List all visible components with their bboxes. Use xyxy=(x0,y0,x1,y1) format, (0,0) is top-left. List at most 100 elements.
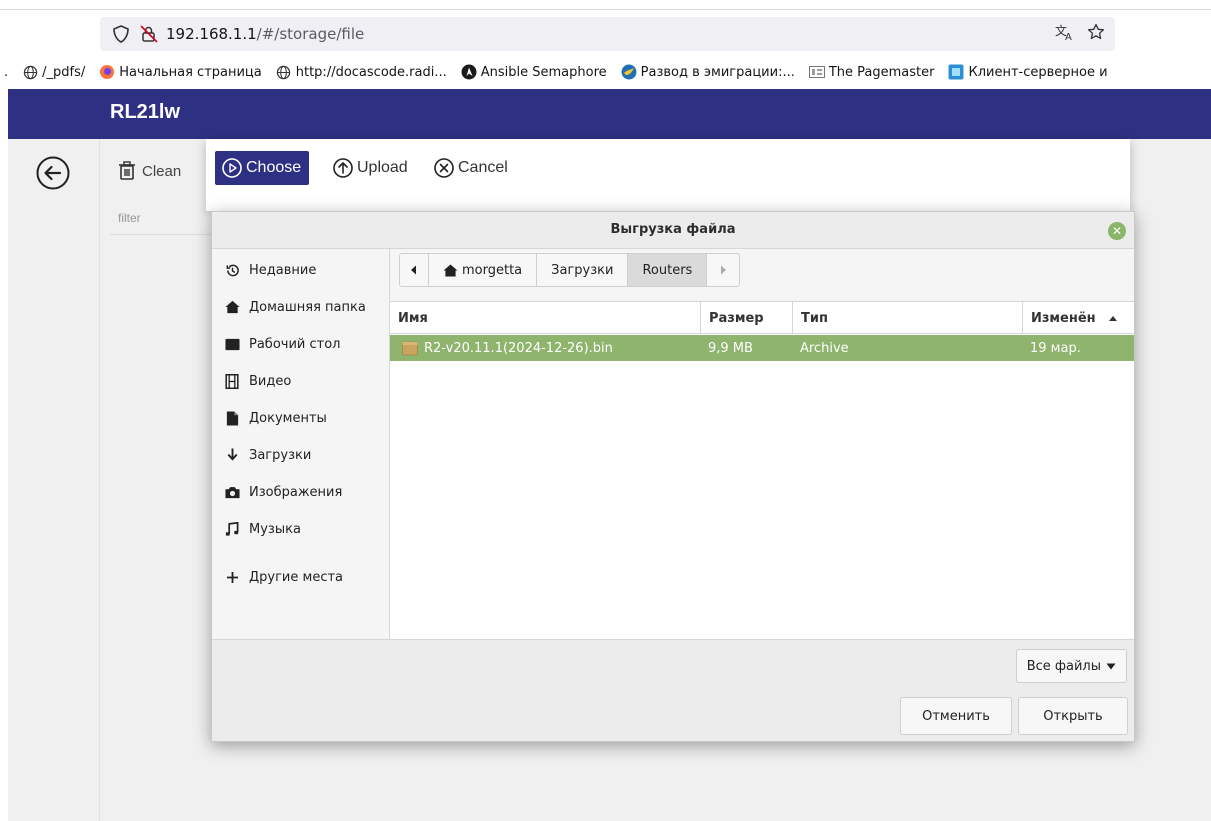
bookmark-label: Клиент-серверное и xyxy=(968,64,1108,80)
file-chooser-dialog: Выгрузка файла ✕ Недавние Домашняя папка… xyxy=(211,211,1135,742)
browser-top-border xyxy=(0,9,1211,10)
bookmark-overflow[interactable]: . xyxy=(4,65,8,80)
app-bar: RL21lw xyxy=(8,89,1211,139)
trash-icon xyxy=(119,161,135,180)
cancel-label: Cancel xyxy=(458,159,508,176)
place-home[interactable]: Домашняя папка xyxy=(224,299,366,315)
file-upload-panel: Choose Upload Cancel xyxy=(206,139,1130,211)
file-row-selected[interactable]: R2-v20.11.1(2024-12-26).bin 9,9 MB Archi… xyxy=(390,335,1134,361)
place-label: Рабочий стол xyxy=(249,336,341,352)
dialog-open-button[interactable]: Открыть xyxy=(1018,697,1128,735)
dialog-cancel-button[interactable]: Отменить xyxy=(900,697,1012,735)
filter-input[interactable]: filter xyxy=(118,211,141,225)
place-label: Домашняя папка xyxy=(249,299,366,315)
upload-button[interactable]: Upload xyxy=(332,151,408,185)
path-back-button[interactable] xyxy=(399,253,429,287)
place-label: Изображения xyxy=(249,484,343,500)
file-type-filter-select[interactable]: Все файлы xyxy=(1015,649,1127,683)
choose-label: Choose xyxy=(246,159,302,176)
bookmark-client-server[interactable]: Клиент-серверное и xyxy=(948,64,1108,80)
close-icon: ✕ xyxy=(1111,224,1123,238)
crumb-label: morgetta xyxy=(462,262,523,278)
column-modified[interactable]: Изменён xyxy=(1022,302,1134,334)
place-desktop[interactable]: Рабочий стол xyxy=(224,336,340,352)
chevron-down-icon xyxy=(1106,663,1116,669)
place-label: Недавние xyxy=(249,262,317,278)
path-crumb-home[interactable]: morgetta xyxy=(428,253,538,287)
column-label: Имя xyxy=(398,310,428,326)
path-bar: morgetta Загрузки Routers xyxy=(399,253,741,287)
close-circle-icon xyxy=(434,158,454,178)
column-name[interactable]: Имя xyxy=(390,302,700,334)
svg-text:A: A xyxy=(1065,32,1072,41)
bookmark-docascode[interactable]: http://docascode.radi... xyxy=(276,64,447,80)
cancel-upload-button[interactable]: Cancel xyxy=(433,151,508,185)
firefox-icon xyxy=(99,64,115,80)
camera-icon xyxy=(224,484,240,500)
column-size[interactable]: Размер xyxy=(700,302,792,334)
tracking-shield-icon[interactable] xyxy=(110,23,132,45)
column-label: Изменён xyxy=(1031,310,1096,326)
place-label: Другие места xyxy=(249,569,344,585)
url-path: /#/storage/file xyxy=(256,25,365,43)
insecure-lock-icon[interactable] xyxy=(138,23,160,45)
file-size: 9,9 MB xyxy=(708,340,753,356)
address-bar[interactable]: 192.168.1.1/#/storage/file 文A xyxy=(100,17,1115,51)
plus-icon xyxy=(224,569,240,585)
document-icon xyxy=(224,410,240,426)
place-pictures[interactable]: Изображения xyxy=(224,484,342,500)
bookmark-label: /_pdfs/ xyxy=(42,64,86,80)
back-button[interactable] xyxy=(36,156,70,190)
place-music[interactable]: Музыка xyxy=(224,521,301,537)
path-forward-button[interactable] xyxy=(706,253,741,287)
place-downloads[interactable]: Загрузки xyxy=(224,447,311,463)
bookmark-label: The Pagemaster xyxy=(828,64,935,80)
place-label: Музыка xyxy=(249,521,301,537)
bookmark-home-page[interactable]: Начальная страница xyxy=(99,64,262,80)
pagemaster-icon xyxy=(808,64,825,80)
place-video[interactable]: Видео xyxy=(224,373,291,389)
filter-value: Все файлы xyxy=(1026,658,1101,674)
file-type: Archive xyxy=(800,340,849,356)
bird-icon xyxy=(621,64,637,80)
desktop-icon xyxy=(224,336,240,352)
choose-button[interactable]: Choose xyxy=(215,151,310,185)
globe-icon xyxy=(22,64,38,80)
file-list-header: Имя Размер Тип Изменён xyxy=(390,302,1134,334)
bookmark-ansible[interactable]: Ansible Semaphore xyxy=(461,64,607,80)
chevron-left-icon xyxy=(411,265,416,275)
column-type[interactable]: Тип xyxy=(792,302,1022,334)
place-label: Документы xyxy=(249,410,327,426)
video-icon xyxy=(224,373,240,389)
ansible-icon xyxy=(461,64,477,80)
translate-icon[interactable]: 文A xyxy=(1055,23,1075,45)
places-sidebar: Недавние Домашняя папка Рабочий стол Вид… xyxy=(212,249,390,639)
filter-underline xyxy=(110,234,220,235)
dialog-header: Выгрузка файла ✕ xyxy=(212,212,1134,249)
url-text[interactable]: 192.168.1.1/#/storage/file xyxy=(166,25,364,43)
path-crumb-downloads[interactable]: Загрузки xyxy=(536,253,629,287)
bookmark-pagemaster[interactable]: The Pagemaster xyxy=(808,64,935,80)
bookmark-emigration[interactable]: Развод в эмиграции:... xyxy=(621,64,795,80)
dialog-title: Выгрузка файла xyxy=(610,222,736,237)
download-icon xyxy=(224,447,240,463)
path-crumb-routers[interactable]: Routers xyxy=(627,253,708,287)
file-modified: 19 мар. xyxy=(1030,340,1081,356)
place-label: Видео xyxy=(249,373,292,389)
upload-arrow-icon xyxy=(333,158,353,178)
column-label: Размер xyxy=(709,310,764,326)
place-recent[interactable]: Недавние xyxy=(224,262,316,278)
bookmark-star-icon[interactable] xyxy=(1087,23,1105,45)
dialog-close-button[interactable]: ✕ xyxy=(1108,222,1126,240)
file-list: Имя Размер Тип Изменён R2-v20.11.1(2024-… xyxy=(390,301,1134,639)
bookmark-pdfs[interactable]: /_pdfs/ xyxy=(22,64,85,80)
play-circle-icon xyxy=(222,158,242,178)
place-other-locations[interactable]: Другие места xyxy=(224,569,343,585)
bookmark-label: Развод в эмиграции:... xyxy=(640,64,795,80)
clean-button[interactable]: Clean xyxy=(118,161,181,181)
home-icon xyxy=(224,299,240,315)
bookmark-label: . xyxy=(4,64,9,80)
place-documents[interactable]: Документы xyxy=(224,410,327,426)
bookmark-label: Ansible Semaphore xyxy=(480,64,607,80)
globe-icon xyxy=(276,64,292,80)
